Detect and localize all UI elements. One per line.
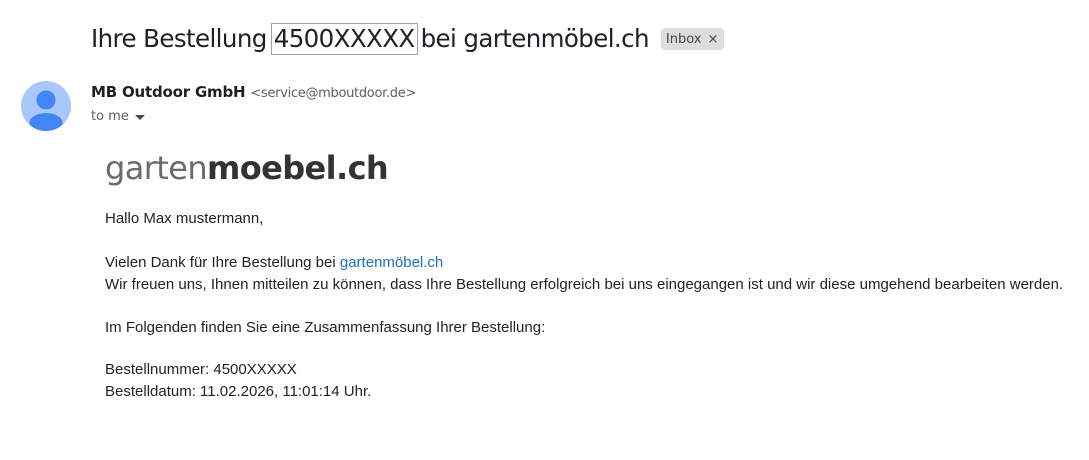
email-subject: Ihre Bestellung 4500XXXXX bei gartenmöbe… bbox=[91, 22, 725, 56]
thanks-text: Vielen Dank für Ihre Bestellung bei bbox=[105, 254, 336, 271]
shop-logo: gartenmoebel.ch bbox=[105, 148, 389, 188]
subject-prefix: Ihre Bestellung bbox=[91, 24, 267, 53]
sender-name[interactable]: MB Outdoor GmbH bbox=[91, 83, 246, 101]
subject-suffix: bei gartenmöbel.ch bbox=[420, 24, 650, 53]
inbox-label-chip[interactable]: Inbox × bbox=[660, 28, 725, 50]
order-date-line: Bestelldatum: 11.02.2026, 11:01:14 Uhr. bbox=[105, 383, 372, 400]
sender-avatar[interactable] bbox=[21, 81, 71, 131]
caret-down-icon[interactable] bbox=[134, 115, 145, 120]
recipient-details-toggle[interactable]: to me bbox=[91, 109, 145, 124]
remove-label-icon[interactable]: × bbox=[708, 32, 719, 47]
person-icon bbox=[29, 90, 63, 131]
inbox-label-text: Inbox bbox=[665, 31, 702, 47]
confirmation-text: Wir freuen uns, Ihnen mitteilen zu könne… bbox=[105, 276, 1064, 293]
summary-intro: Im Folgenden finden Sie eine Zusammenfas… bbox=[105, 319, 546, 336]
sender-email: <service@mboutdoor.de> bbox=[250, 86, 417, 101]
subject-order-number: 4500XXXXX bbox=[270, 23, 418, 55]
recipient-label: to me bbox=[91, 109, 129, 124]
thanks-line: Vielen Dank für Ihre Bestellung bei gart… bbox=[105, 253, 443, 272]
logo-part-garten: garten bbox=[105, 149, 208, 187]
logo-part-moebel: moebel.ch bbox=[207, 149, 389, 187]
sender-info: MB Outdoor GmbH <service@mboutdoor.de> bbox=[91, 83, 416, 101]
greeting: Hallo Max mustermann, bbox=[105, 210, 264, 227]
order-number-line: Bestellnummer: 4500XXXXX bbox=[105, 361, 297, 378]
shop-link[interactable]: gartenmöbel.ch bbox=[340, 254, 443, 271]
